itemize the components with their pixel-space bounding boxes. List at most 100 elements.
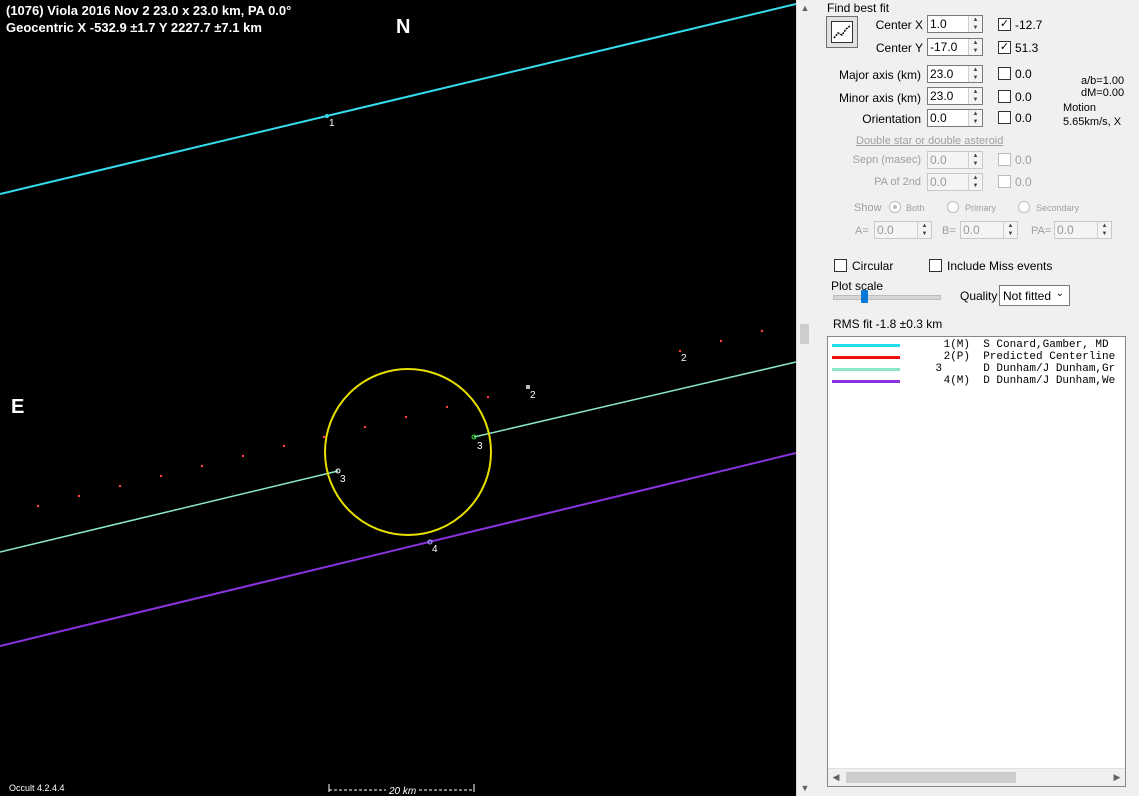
pa2-input[interactable]: 0.0 ▲ ▼ [927, 173, 983, 191]
spinner-icon[interactable]: ▲ ▼ [968, 174, 982, 190]
plot-scale-slider-thumb[interactable] [861, 290, 868, 303]
show-both-label: Both [906, 203, 925, 213]
b-label: B= [942, 225, 956, 237]
find-best-fit-button[interactable] [826, 16, 858, 48]
pa2-checkbox[interactable] [998, 175, 1011, 188]
predicted-dot [241, 454, 245, 458]
chart-fit-icon [831, 21, 853, 43]
legend-swatch [832, 356, 900, 359]
spinner-icon[interactable]: ▲ ▼ [968, 39, 982, 55]
center-x-fit-value: -12.7 [1015, 18, 1043, 32]
legend-swatch [832, 344, 900, 347]
orientation-checkbox[interactable] [998, 111, 1011, 124]
chord-label-4: 4 [432, 544, 438, 555]
double-star-label: Double star or double asteroid [856, 135, 1004, 147]
spinner-icon[interactable]: ▲ ▼ [968, 110, 982, 126]
observer-list-horizontal-scrollbar[interactable]: ◀ ▶ [828, 768, 1125, 786]
predicted-dot [282, 444, 286, 448]
chord-label-2b: 2 [681, 353, 687, 364]
spinner-icon[interactable]: ▲ ▼ [968, 66, 982, 82]
minor-axis-fit-value: 0.0 [1015, 90, 1032, 104]
occultation-plot[interactable]: 1 2 2 3 3 4 20 km (1076) Viola 2016 Nov … [0, 0, 796, 796]
predicted-dot [118, 484, 122, 488]
show-primary-radio[interactable] [947, 201, 959, 213]
scroll-up-icon[interactable]: ▲ [797, 0, 813, 16]
plot-scale-label: Plot scale [831, 279, 884, 293]
a-input[interactable]: 0.0 ▲ ▼ [874, 221, 932, 239]
chord-label-1: 1 [329, 118, 335, 129]
spinner-icon[interactable]: ▲ ▼ [917, 222, 931, 238]
circular-checkbox[interactable] [834, 259, 847, 272]
predicted-dot [363, 425, 367, 429]
pa2-fit-value: 0.0 [1015, 175, 1032, 189]
quality-select[interactable]: Not fitted ⌄ [999, 285, 1070, 306]
plot-title-line-2: Geocentric X -532.9 ±1.7 Y 2227.7 ±7.1 k… [6, 20, 262, 35]
predicted-dot [36, 504, 40, 508]
chevron-down-icon: ⌄ [1055, 288, 1064, 299]
show-secondary-radio[interactable] [1018, 201, 1030, 213]
plot-vertical-scrollbar[interactable]: ▲ ▼ [796, 0, 813, 796]
spinner-icon[interactable]: ▲ ▼ [1003, 222, 1017, 238]
center-y-checkbox[interactable]: ✓ [998, 41, 1011, 54]
plot-title-line-1: (1076) Viola 2016 Nov 2 23.0 x 23.0 km, … [6, 3, 292, 18]
predicted-dot [159, 474, 163, 478]
ab-ratio: a/b=1.00 [1081, 75, 1125, 87]
chord-label-3a: 3 [340, 474, 346, 485]
predicted-dot [445, 405, 449, 409]
orientation-input[interactable]: 0.0 ▲ ▼ [927, 109, 983, 127]
east-label: E [11, 396, 25, 418]
sepn-input[interactable]: 0.0 ▲ ▼ [927, 151, 983, 169]
minor-axis-label: Minor axis (km) [838, 91, 921, 105]
pa-input[interactable]: 0.0 ▲ ▼ [1054, 221, 1112, 239]
predicted-dot [77, 494, 81, 498]
scroll-thumb[interactable] [846, 772, 1016, 783]
show-both-radio[interactable] [889, 201, 901, 213]
orientation-label: Orientation [862, 112, 921, 126]
legend-swatch [832, 380, 900, 383]
orientation-fit-value: 0.0 [1015, 111, 1032, 125]
scroll-left-icon[interactable]: ◀ [828, 769, 844, 786]
include-miss-label: Include Miss events [947, 259, 1053, 273]
spinner-icon[interactable]: ▲ ▼ [968, 16, 982, 32]
center-x-input[interactable]: 1.0 ▲ ▼ [927, 15, 983, 33]
scroll-right-icon[interactable]: ▶ [1109, 769, 1125, 786]
predicted-centerline-dots [36, 329, 764, 508]
motion-label: Motion [1063, 102, 1097, 114]
include-miss-checkbox[interactable] [929, 259, 942, 272]
sepn-checkbox[interactable] [998, 153, 1011, 166]
predicted-dot [678, 349, 682, 353]
motion-value: 5.65km/s, X [1063, 116, 1122, 128]
major-axis-checkbox[interactable] [998, 67, 1011, 80]
chord-label-2a: 2 [530, 390, 536, 401]
center-x-label: Center X [875, 18, 923, 32]
predicted-marker [526, 385, 530, 389]
asteroid-profile-ellipse [324, 368, 492, 536]
scroll-down-icon[interactable]: ▼ [797, 780, 813, 796]
predicted-dot [719, 339, 723, 343]
b-input[interactable]: 0.0 ▲ ▼ [960, 221, 1018, 239]
spinner-icon[interactable]: ▲ ▼ [968, 152, 982, 168]
predicted-dot [322, 435, 326, 439]
chord-label-3b: 3 [477, 441, 483, 452]
minor-axis-input[interactable]: 23.0 ▲ ▼ [927, 87, 983, 105]
circular-label: Circular [852, 259, 894, 273]
predicted-dot [404, 415, 408, 419]
find-best-fit-label: Find best fit [827, 1, 890, 15]
fit-control-panel: Find best fit Center X 1.0 ▲ ▼ ✓ -12.7 Ce… [813, 0, 1139, 796]
plot-scale-slider-track[interactable] [833, 295, 941, 300]
center-y-label: Center Y [875, 41, 923, 55]
version-label: Occult 4.2.4.4 [9, 783, 65, 793]
north-label: N [396, 16, 411, 38]
scroll-thumb[interactable] [800, 324, 809, 344]
major-axis-input[interactable]: 23.0 ▲ ▼ [927, 65, 983, 83]
show-primary-label: Primary [965, 203, 996, 213]
center-x-checkbox[interactable]: ✓ [998, 18, 1011, 31]
show-label: Show [854, 202, 882, 214]
minor-axis-checkbox[interactable] [998, 90, 1011, 103]
major-axis-label: Major axis (km) [838, 68, 921, 82]
observer-list[interactable]: 1(M) S Conard,Gamber, MD 2(P) Predicted … [827, 336, 1126, 787]
center-y-input[interactable]: -17.0 ▲ ▼ [927, 38, 983, 56]
spinner-icon[interactable]: ▲ ▼ [968, 88, 982, 104]
spinner-icon[interactable]: ▲ ▼ [1097, 222, 1111, 238]
major-axis-fit-value: 0.0 [1015, 67, 1032, 81]
